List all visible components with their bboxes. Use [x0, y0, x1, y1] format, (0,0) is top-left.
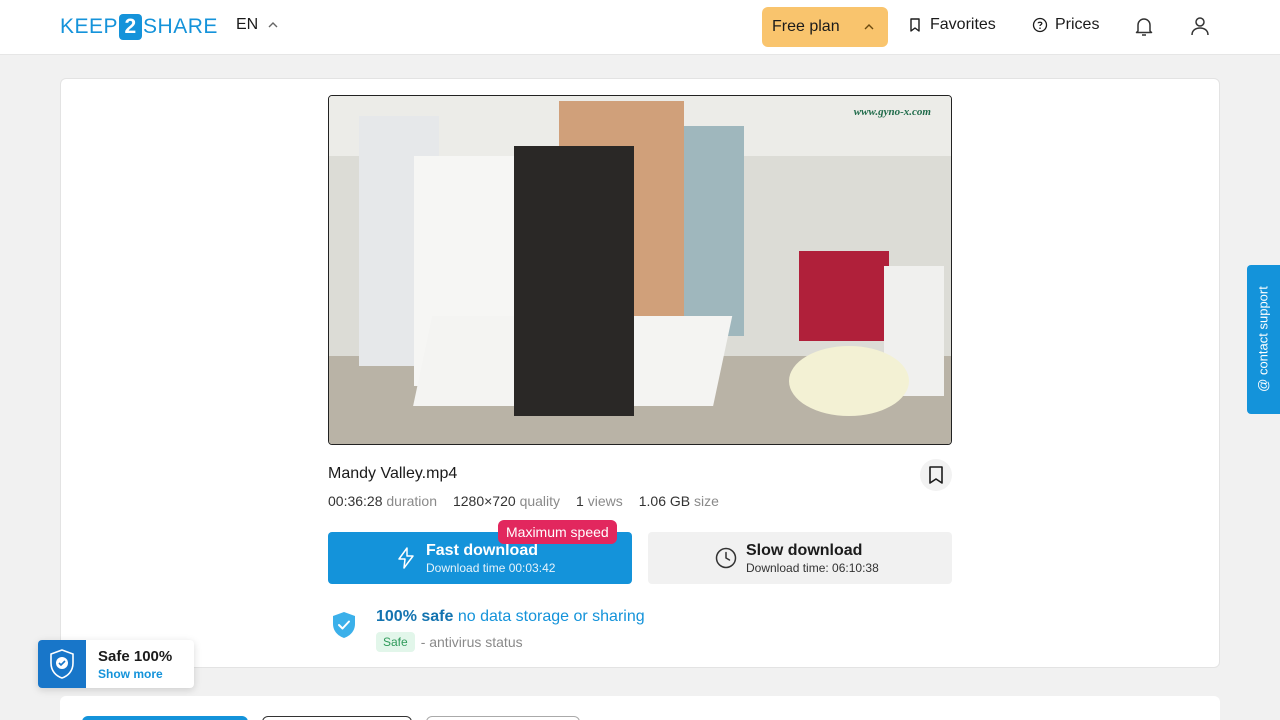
clock-icon	[715, 547, 737, 569]
chevron-up-icon	[864, 24, 874, 30]
prices-link[interactable]: Prices	[1032, 16, 1099, 34]
duration-value: 00:36:28	[328, 493, 383, 509]
duration-label: duration	[386, 493, 437, 509]
bottom-tab[interactable]	[426, 716, 580, 720]
safe-widget-title: Safe 100%	[98, 648, 173, 665]
safety-strong: 100% safe	[376, 608, 454, 625]
safe-widget[interactable]: Safe 100% Show more	[38, 640, 194, 688]
language-selector[interactable]: EN	[236, 16, 280, 34]
views-meta: 1 views	[576, 493, 623, 509]
bell-icon[interactable]	[1132, 14, 1156, 38]
duration-meta: 00:36:28 duration	[328, 493, 437, 509]
views-value: 1	[576, 493, 584, 509]
plan-label: Free plan	[772, 18, 840, 35]
safe-pill: Safe	[376, 632, 415, 652]
slow-download-time: Download time: 06:10:38	[746, 561, 879, 575]
preview-watermark: www.gyno-x.com	[853, 106, 931, 118]
quality-meta: 1280×720 quality	[453, 493, 560, 509]
safety-rest: no data storage or sharing	[457, 608, 645, 625]
language-label: EN	[236, 16, 259, 33]
preview-illustration	[329, 96, 951, 444]
prices-label: Prices	[1055, 16, 1100, 33]
quality-value: 1280×720	[452, 493, 516, 509]
favorites-link[interactable]: Favorites	[907, 16, 996, 34]
logo-text-right: SHARE	[143, 15, 218, 38]
size-meta: 1.06 GB size	[639, 493, 719, 509]
top-header: KEEP 2 SHARE EN Free plan Favorites Pric…	[0, 0, 1280, 55]
chevron-up-icon	[268, 22, 278, 28]
safe-widget-icon-box	[38, 640, 86, 688]
fast-download-time: Download time 00:03:42	[426, 561, 556, 575]
file-meta: 00:36:28 duration 1280×720 quality 1 vie…	[328, 493, 719, 509]
site-logo[interactable]: KEEP 2 SHARE	[60, 14, 218, 40]
video-preview[interactable]: www.gyno-x.com	[328, 95, 952, 445]
bookmark-icon	[929, 466, 943, 484]
safety-headline: 100% safe no data storage or sharing	[376, 608, 645, 626]
shield-check-icon	[50, 649, 74, 679]
add-favorite-button[interactable]	[920, 459, 952, 491]
help-circle-icon	[1032, 17, 1048, 33]
contact-support-tab[interactable]: @ contact support	[1247, 265, 1280, 414]
fast-download-label: Fast download	[426, 542, 538, 559]
size-label: size	[694, 493, 719, 509]
size-value: 1.06 GB	[638, 493, 691, 509]
show-more-link[interactable]: Show more	[98, 667, 163, 681]
views-label: views	[587, 493, 623, 509]
lightning-icon	[398, 547, 414, 569]
favorites-label: Favorites	[930, 16, 996, 33]
antivirus-label: - antivirus status	[420, 634, 523, 650]
quality-label: quality	[519, 493, 561, 509]
bottom-tab[interactable]	[262, 716, 412, 720]
max-speed-badge: Maximum speed	[498, 520, 617, 544]
file-name: Mandy Valley.mp4	[328, 465, 458, 482]
slow-download-label: Slow download	[746, 542, 863, 559]
bookmark-icon	[910, 18, 920, 32]
antivirus-status: Safe - antivirus status	[376, 632, 523, 652]
shield-check-icon	[333, 612, 355, 638]
contact-support-label: @ contact support	[1255, 286, 1271, 392]
slow-download-button[interactable]: Slow download Download time: 06:10:38	[648, 532, 952, 584]
plan-dropdown[interactable]: Free plan	[762, 7, 888, 47]
logo-badge: 2	[119, 14, 143, 40]
bottom-tab-active[interactable]	[82, 716, 248, 720]
user-icon[interactable]	[1188, 14, 1212, 38]
logo-text-left: KEEP	[60, 15, 119, 38]
